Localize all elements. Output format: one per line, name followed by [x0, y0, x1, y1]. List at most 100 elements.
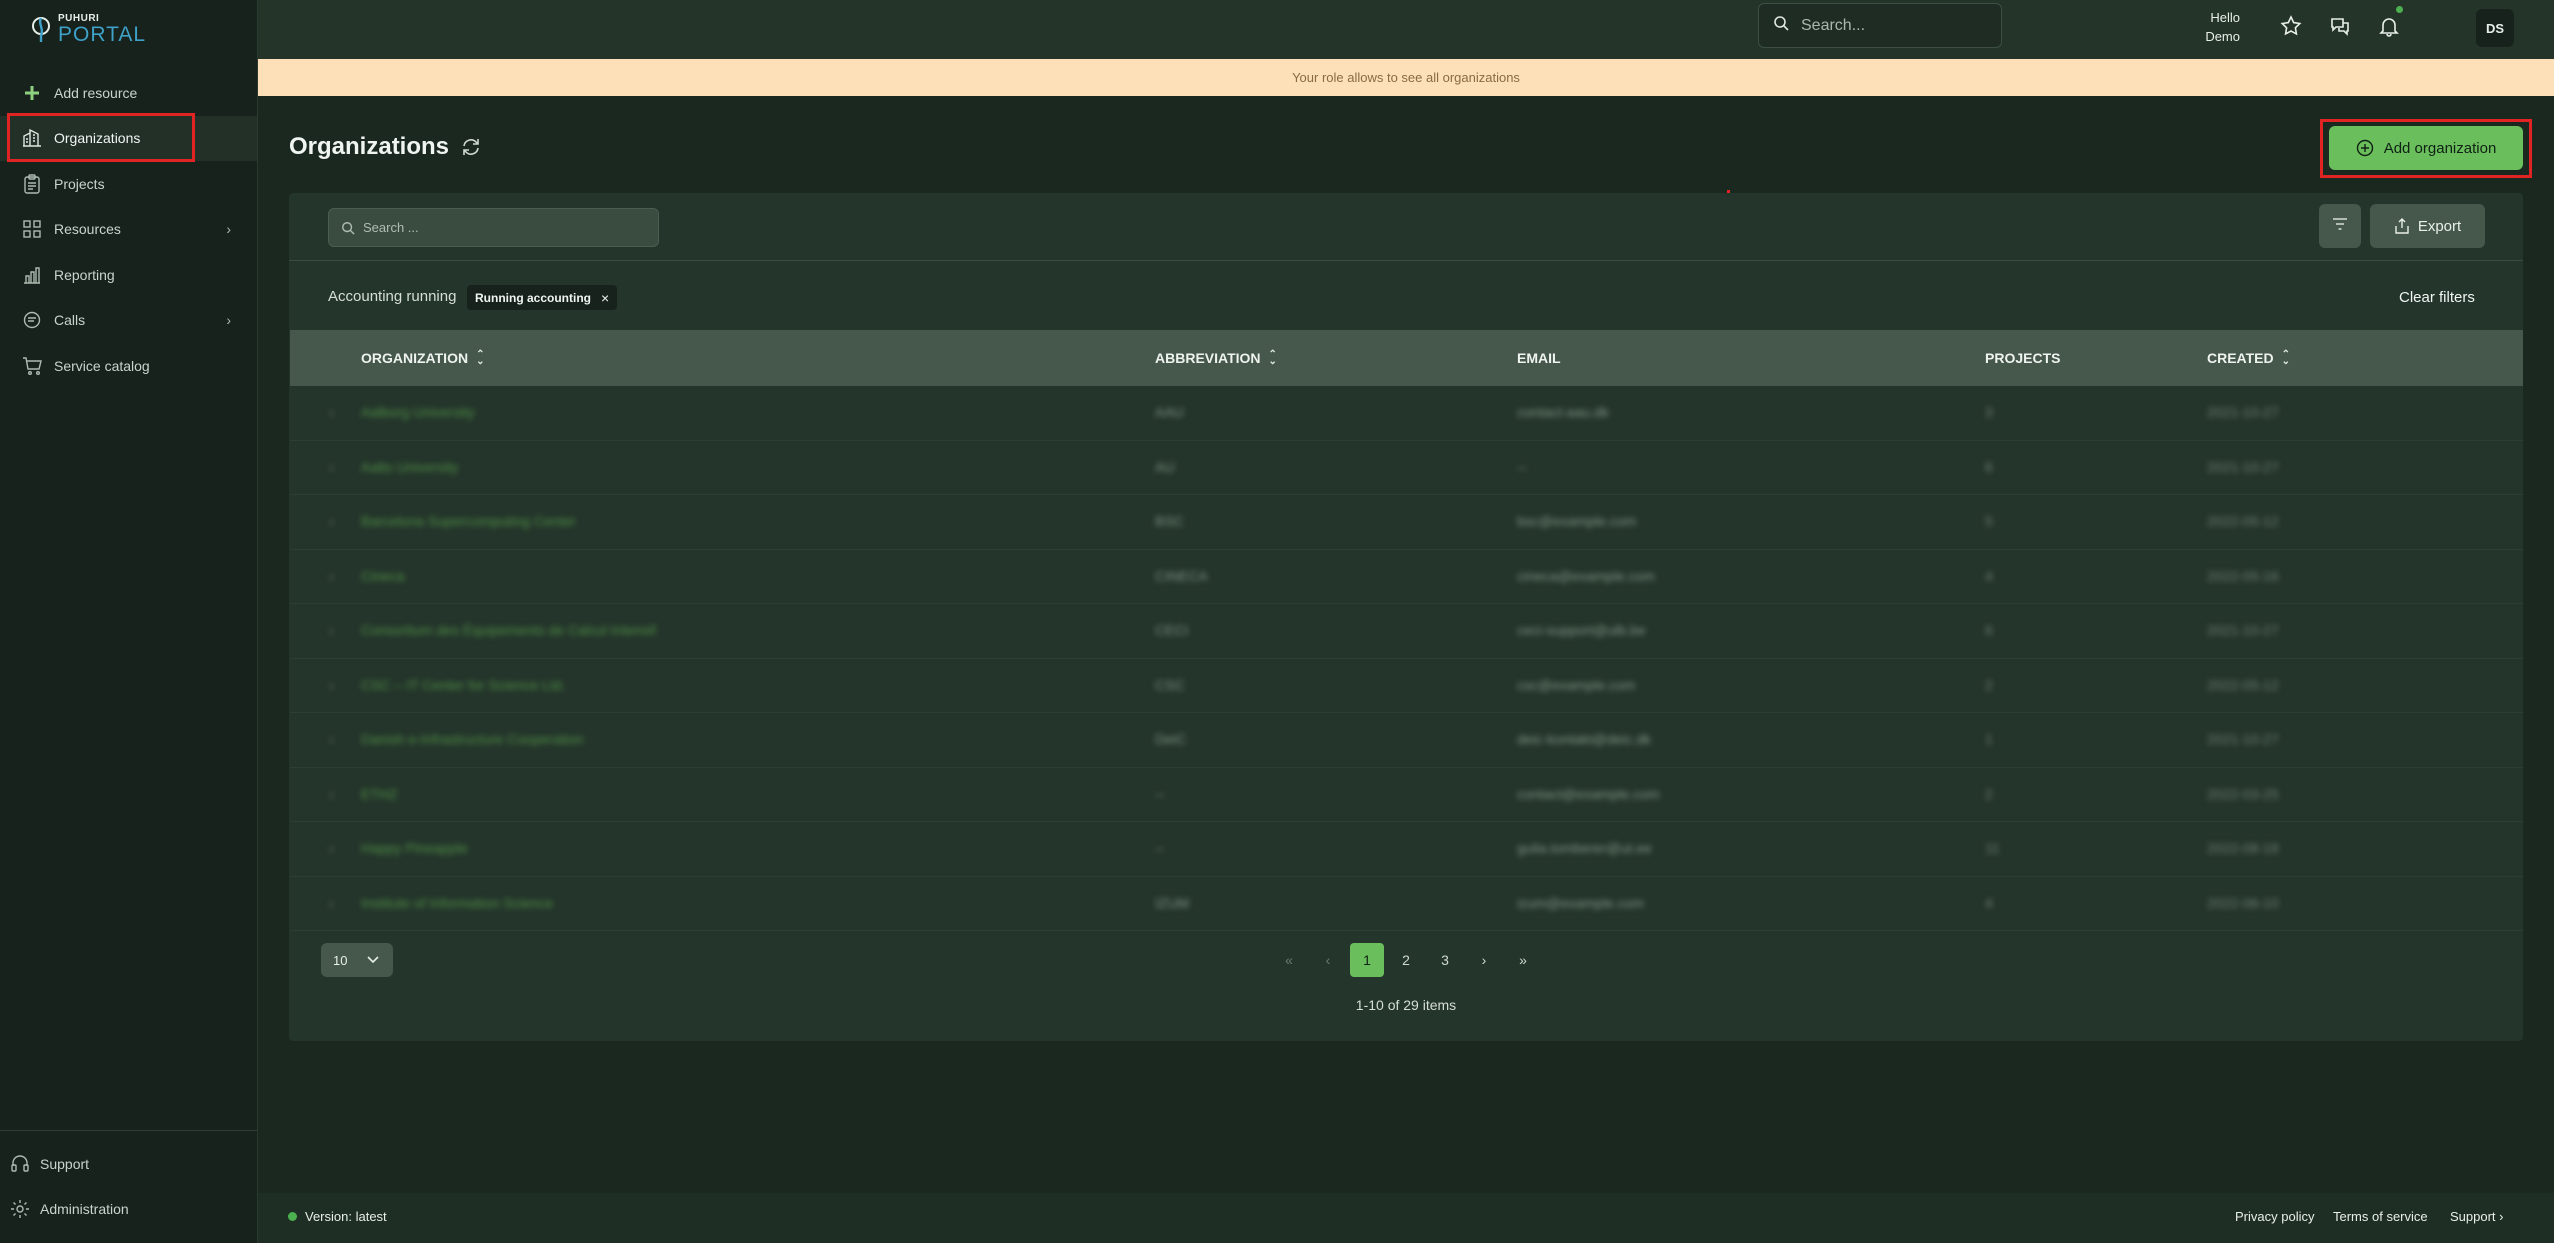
table-row[interactable]: › Aalto University AU -- 6 2021-10-27	[290, 441, 2523, 495]
previous-page-button[interactable]: ‹	[1311, 943, 1345, 977]
cell-organization[interactable]: Barcelona Supercomputing Center	[361, 513, 576, 529]
expand-row-icon[interactable]: ›	[329, 513, 334, 529]
filter-button[interactable]	[2319, 204, 2361, 248]
table-search-input[interactable]: Search ...	[328, 208, 659, 247]
table-row[interactable]: › Barcelona Supercomputing Center BSC bsc@e…	[290, 495, 2523, 550]
sidebar-item-administration[interactable]: Administration	[0, 1186, 257, 1231]
avatar[interactable]: DS	[2476, 9, 2514, 47]
page-2-button[interactable]: 2	[1389, 943, 1423, 977]
table-row[interactable]: › Aalborg University AAU contact-aau.dk 3 202…	[290, 386, 2523, 441]
clear-filters-button[interactable]: Clear filters	[2399, 289, 2475, 306]
sidebar-item-organizations[interactable]: Organizations	[0, 115, 257, 161]
cell-organization[interactable]: Danish e-Infrastructure Cooperation	[361, 731, 584, 747]
organizations-table-card: Search ... Export Accounting running Run…	[289, 193, 2523, 1041]
cell-abbreviation: CECI	[1155, 622, 1189, 638]
sidebar-item-reporting[interactable]: Reporting	[0, 252, 257, 298]
next-page-button[interactable]: ›	[1467, 943, 1501, 977]
search-icon	[1773, 15, 1789, 36]
column-header-organization[interactable]: ORGANIZATION ⌃ ⌄	[361, 350, 484, 367]
cell-email: gulia.tomberer@ut.ee	[1517, 840, 1652, 856]
cell-organization[interactable]: Institute of Information Science	[361, 895, 553, 911]
cell-abbreviation: IZUM	[1155, 894, 1190, 911]
expand-row-icon[interactable]: ›	[329, 786, 334, 802]
expand-row-icon[interactable]: ›	[329, 840, 334, 856]
table-row[interactable]: › Consortium des Équipements de Calcul In…	[290, 604, 2523, 659]
first-page-button[interactable]: «	[1272, 943, 1306, 977]
expand-row-icon[interactable]: ›	[329, 568, 334, 584]
footer: Version: latest Privacy policy Terms of …	[258, 1193, 2554, 1243]
sidebar-item-add-resource[interactable]: Add resource	[0, 70, 257, 116]
column-header-abbreviation[interactable]: ABBREVIATION ⌃ ⌄	[1155, 350, 1277, 367]
filter-icon	[2332, 217, 2348, 235]
cell-email: izum@example.com	[1517, 894, 1645, 911]
cell-organization[interactable]: Consortium des Équipements de Calcul Int…	[361, 622, 656, 638]
plus-circle-icon	[2356, 139, 2374, 157]
cell-email: --	[1517, 458, 1527, 475]
logo-mark-icon	[28, 14, 54, 44]
active-filter-label: Accounting running	[328, 288, 457, 305]
cell-email: ceci-support@ulb.be	[1517, 622, 1646, 638]
notification-dot	[2396, 6, 2403, 13]
page-size-value: 10	[333, 952, 348, 968]
page-3-button[interactable]: 3	[1428, 943, 1462, 977]
cell-organization[interactable]: CSC – IT Center for Science Ltd.	[361, 677, 565, 693]
refresh-icon[interactable]	[460, 136, 484, 160]
cell-projects: 1	[1985, 731, 1993, 747]
last-page-button[interactable]: »	[1506, 943, 1540, 977]
cell-organization[interactable]: Aalborg University	[361, 404, 475, 420]
sidebar-nav: Add resource Organizations Projects Reso…	[0, 70, 257, 389]
table-row[interactable]: › CSC – IT Center for Science Ltd. CSC csc@…	[290, 659, 2523, 713]
expand-row-icon[interactable]: ›	[329, 895, 334, 911]
cell-organization[interactable]: Aalto University	[361, 459, 458, 475]
expand-row-icon[interactable]: ›	[329, 731, 334, 747]
sidebar-item-resources[interactable]: Resources ›	[0, 207, 257, 253]
cell-email: cineca@example.com	[1517, 567, 1655, 584]
export-button[interactable]: Export	[2370, 204, 2485, 248]
cell-abbreviation: AAU	[1155, 404, 1184, 420]
expand-row-icon[interactable]: ›	[329, 622, 334, 638]
cell-abbreviation: DeiC	[1155, 731, 1187, 747]
cell-projects: 2	[1985, 785, 1993, 802]
expand-row-icon[interactable]: ›	[329, 677, 334, 693]
close-icon[interactable]: ×	[601, 290, 609, 306]
cell-organization[interactable]: Cineca	[361, 568, 405, 584]
cell-projects: 6	[1985, 622, 1993, 638]
global-search-input[interactable]: Search...	[1758, 3, 2002, 48]
notifications-bell-icon[interactable]	[2377, 6, 2403, 38]
cell-organization[interactable]: ETHZ	[361, 786, 398, 802]
table-row[interactable]: › Cineca CINECA cineca@example.com 4 2022-05-…	[290, 550, 2523, 604]
cell-created: 2021-10-27	[2207, 404, 2279, 420]
sidebar-item-label: Reporting	[54, 266, 115, 283]
add-organization-button[interactable]: Add organization	[2329, 126, 2523, 170]
expand-row-icon[interactable]: ›	[329, 459, 334, 475]
page-size-select[interactable]: 10	[321, 943, 393, 977]
sidebar-item-label: Organizations	[54, 130, 141, 147]
messages-icon[interactable]	[2328, 14, 2352, 38]
role-banner: Your role allows to see all organization…	[258, 59, 2554, 96]
global-search-placeholder: Search...	[1801, 16, 1866, 34]
star-icon[interactable]	[2279, 14, 2303, 38]
user-greeting[interactable]: Hello Demo	[2170, 8, 2240, 46]
privacy-policy-link[interactable]: Privacy policy	[2235, 1209, 2314, 1224]
sidebar-item-support[interactable]: Support	[0, 1141, 257, 1186]
support-link[interactable]: Support ›	[2450, 1209, 2503, 1224]
table-search-placeholder: Search ...	[363, 220, 419, 235]
column-header-created[interactable]: CREATED ⌃ ⌄	[2207, 350, 2290, 367]
version-info: Version: latest	[288, 1209, 387, 1224]
table-row[interactable]: › Institute of Information Science IZUM izu…	[290, 877, 2523, 931]
table-row[interactable]: › Danish e-Infrastructure Cooperation DeiC…	[290, 713, 2523, 768]
filter-chip: Running accounting ×	[467, 285, 618, 310]
cell-projects: 4	[1985, 567, 1993, 584]
table-row[interactable]: › ETHZ -- contact@example.com 2 2022-03-25	[290, 768, 2523, 822]
sidebar-item-service-catalog[interactable]: Service catalog	[0, 343, 257, 389]
cell-organization[interactable]: Happy Pineapple	[361, 840, 468, 856]
sidebar-item-projects[interactable]: Projects	[0, 161, 257, 207]
page-1-button[interactable]: 1	[1350, 943, 1384, 977]
table-row[interactable]: › Happy Pineapple -- gulia.tomberer@ut.ee 11…	[290, 822, 2523, 877]
portal-logo[interactable]: PUHURI PORTAL	[28, 12, 145, 46]
grid-icon	[22, 219, 42, 239]
expand-row-icon[interactable]: ›	[329, 404, 334, 420]
sidebar-item-calls[interactable]: Calls ›	[0, 298, 257, 344]
cell-abbreviation: --	[1155, 785, 1165, 802]
terms-of-service-link[interactable]: Terms of service	[2333, 1209, 2428, 1224]
